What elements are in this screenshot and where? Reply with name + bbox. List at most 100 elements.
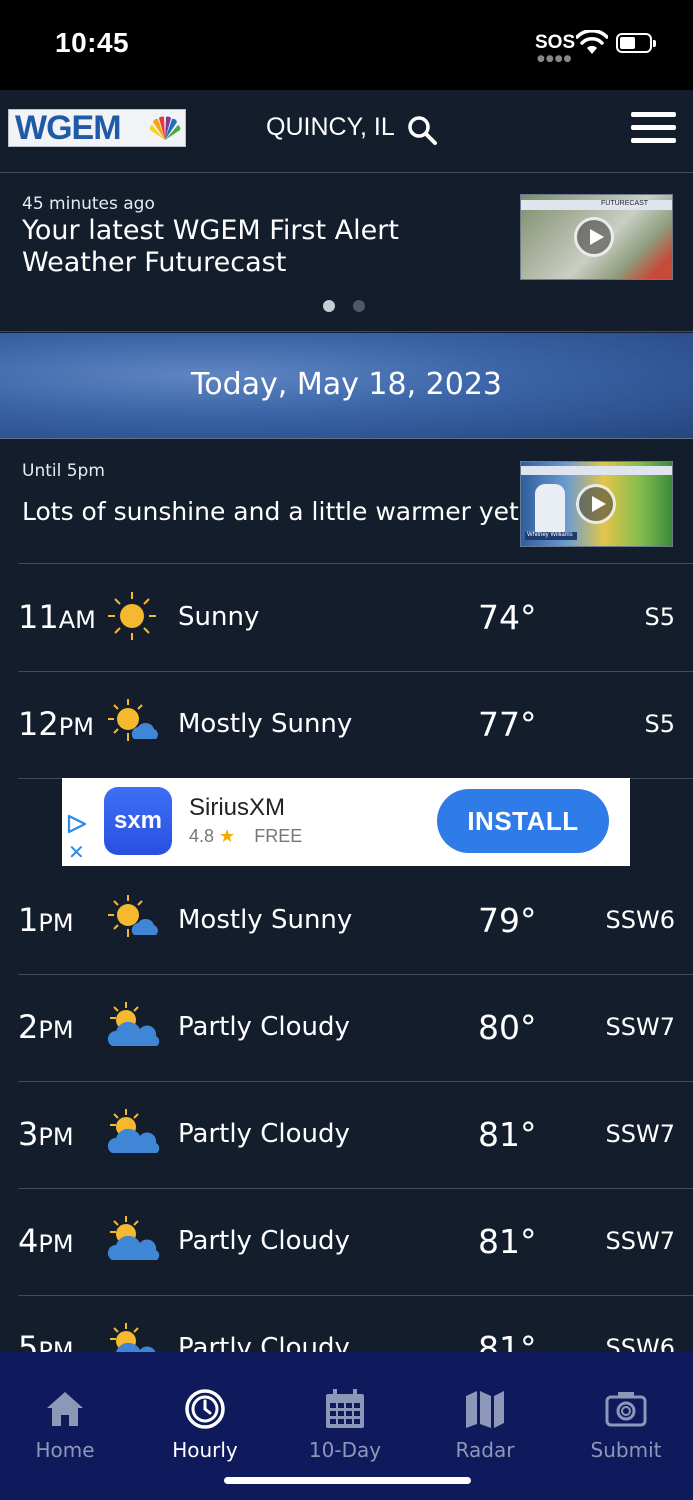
hourly-row[interactable]: 11AM Sunny 74° S5 (18, 564, 693, 671)
row-wind: SSW7 (605, 1013, 675, 1041)
hour-value: 4 (18, 1222, 39, 1260)
partly-cloudy-icon (106, 1214, 162, 1266)
hour-ampm: PM (38, 909, 74, 937)
ad-rating: 4.8 ★ FREE (189, 826, 302, 847)
row-temperature: 79° (478, 901, 537, 940)
map-icon (466, 1391, 504, 1428)
app-icon-text: sxm (113, 807, 163, 834)
row-hour: 2PM (18, 1008, 74, 1046)
install-button[interactable]: INSTALL (437, 789, 609, 853)
row-condition: Partly Cloudy (178, 1226, 350, 1256)
row-temperature: 77° (478, 705, 537, 744)
row-wind: SSW7 (605, 1120, 675, 1148)
hour-ampm: PM (38, 1230, 74, 1258)
forecast-video-thumbnail[interactable]: Whitney Williams (520, 461, 673, 547)
row-condition: Partly Cloudy (178, 1119, 350, 1149)
thumbnail-title-bar (521, 466, 672, 475)
thumbnail-label: FUTURECAST (601, 200, 649, 207)
ad-rating-value: 4.8 (189, 826, 215, 846)
row-temperature: 81° (478, 1115, 537, 1154)
carousel-dot[interactable] (353, 300, 365, 312)
app-header: WGEM QUINCY, IL (0, 90, 693, 172)
forecast-summary[interactable]: Until 5pm Lots of sunshine and a little … (0, 439, 693, 563)
date-banner: Today, May 18, 2023 (0, 333, 693, 438)
row-condition: Partly Cloudy (178, 1012, 350, 1042)
row-hour: 1PM (18, 901, 74, 939)
hourly-row[interactable]: 4PM Partly Cloudy 81° SSW7 (18, 1188, 693, 1295)
row-wind: S5 (644, 710, 675, 738)
carousel-dots (323, 297, 383, 316)
hour-ampm: AM (58, 606, 96, 634)
ad-choices-icon[interactable] (66, 814, 88, 834)
row-hour: 3PM (18, 1115, 74, 1153)
play-icon[interactable] (576, 484, 616, 524)
logo-text: WGEM (15, 109, 122, 147)
ad-app-name: SiriusXM (189, 794, 286, 821)
hour-ampm: PM (38, 1123, 74, 1151)
hourly-row[interactable]: 3PM Partly Cloudy 81° SSW7 (18, 1081, 693, 1188)
row-condition: Mostly Sunny (178, 905, 353, 935)
hour-value: 12 (18, 705, 59, 743)
battery-icon (616, 33, 656, 53)
sos-indicator: SOS (535, 32, 576, 53)
row-temperature: 81° (478, 1222, 537, 1261)
tab-label: Submit (590, 1438, 662, 1462)
status-bar: 10:45 SOS ●●●● (0, 0, 693, 90)
hour-value: 3 (18, 1115, 39, 1153)
hour-value: 2 (18, 1008, 39, 1046)
home-icon (47, 1392, 83, 1426)
ad-banner[interactable]: ✕ sxm SiriusXM 4.8 ★ FREE INSTALL (62, 778, 630, 866)
row-hour: 4PM (18, 1222, 74, 1260)
wgem-logo[interactable]: WGEM (8, 109, 186, 147)
story-headline[interactable]: Your latest WGEM First Alert Weather Fut… (22, 215, 492, 279)
hourly-row[interactable]: 2PM Partly Cloudy 80° SSW7 (18, 974, 693, 1081)
wifi-icon (576, 30, 608, 54)
partly-cloudy-icon (106, 1107, 162, 1159)
name-caption-bar: Whitney Williams (525, 532, 577, 540)
top-story-card[interactable]: 45 minutes ago Your latest WGEM First Al… (0, 173, 693, 331)
status-time: 10:45 (55, 27, 130, 58)
hamburger-menu-icon[interactable] (631, 112, 676, 146)
thumbnail-caption: Whitney Williams (527, 532, 573, 538)
row-hour: 11AM (18, 598, 96, 636)
nbc-peacock-icon (149, 116, 181, 140)
clock-icon (185, 1389, 225, 1429)
tab-label: 10-Day (308, 1438, 382, 1462)
story-video-thumbnail[interactable]: FUTURECAST (520, 194, 673, 280)
star-icon: ★ (219, 826, 236, 846)
thumbnail-title-bar: FUTURECAST (521, 200, 672, 210)
calendar-icon (326, 1389, 364, 1428)
location-label[interactable]: QUINCY, IL (266, 113, 395, 142)
divider (0, 331, 693, 332)
summary-until: Until 5pm (22, 461, 105, 481)
row-wind: S5 (644, 603, 675, 631)
carousel-dot-active[interactable] (323, 300, 335, 312)
date-text: Today, May 18, 2023 (191, 367, 502, 402)
search-icon[interactable] (406, 114, 438, 146)
hourly-row[interactable]: 12PM Mostly Sunny 77° S5 (18, 671, 693, 778)
signal-dots-icon: ●●●● (537, 54, 573, 64)
tab-label: Home (35, 1438, 95, 1462)
ad-close-icon[interactable]: ✕ (68, 840, 85, 864)
hour-ampm: PM (38, 1016, 74, 1044)
row-wind: SSW6 (605, 906, 675, 934)
story-time: 45 minutes ago (22, 194, 155, 214)
tab-label: Hourly (172, 1438, 238, 1462)
row-hour: 12PM (18, 705, 94, 743)
ad-price: FREE (254, 826, 303, 846)
row-temperature: 80° (478, 1008, 537, 1047)
row-temperature: 74° (478, 598, 537, 637)
mostly-sunny-icon (106, 893, 162, 945)
hour-ampm: PM (58, 713, 94, 741)
play-icon[interactable] (574, 217, 614, 257)
home-indicator (224, 1477, 471, 1484)
camera-icon (605, 1392, 647, 1427)
siriusxm-app-icon: sxm (104, 787, 172, 855)
tab-label: Radar (455, 1438, 515, 1462)
hourly-row[interactable]: 1PM Mostly Sunny 79° SSW6 (18, 867, 693, 974)
hour-value: 11 (18, 598, 59, 636)
mostly-sunny-icon (106, 697, 162, 749)
row-condition: Sunny (178, 602, 260, 632)
presenter-figure (535, 484, 565, 534)
row-wind: SSW7 (605, 1227, 675, 1255)
